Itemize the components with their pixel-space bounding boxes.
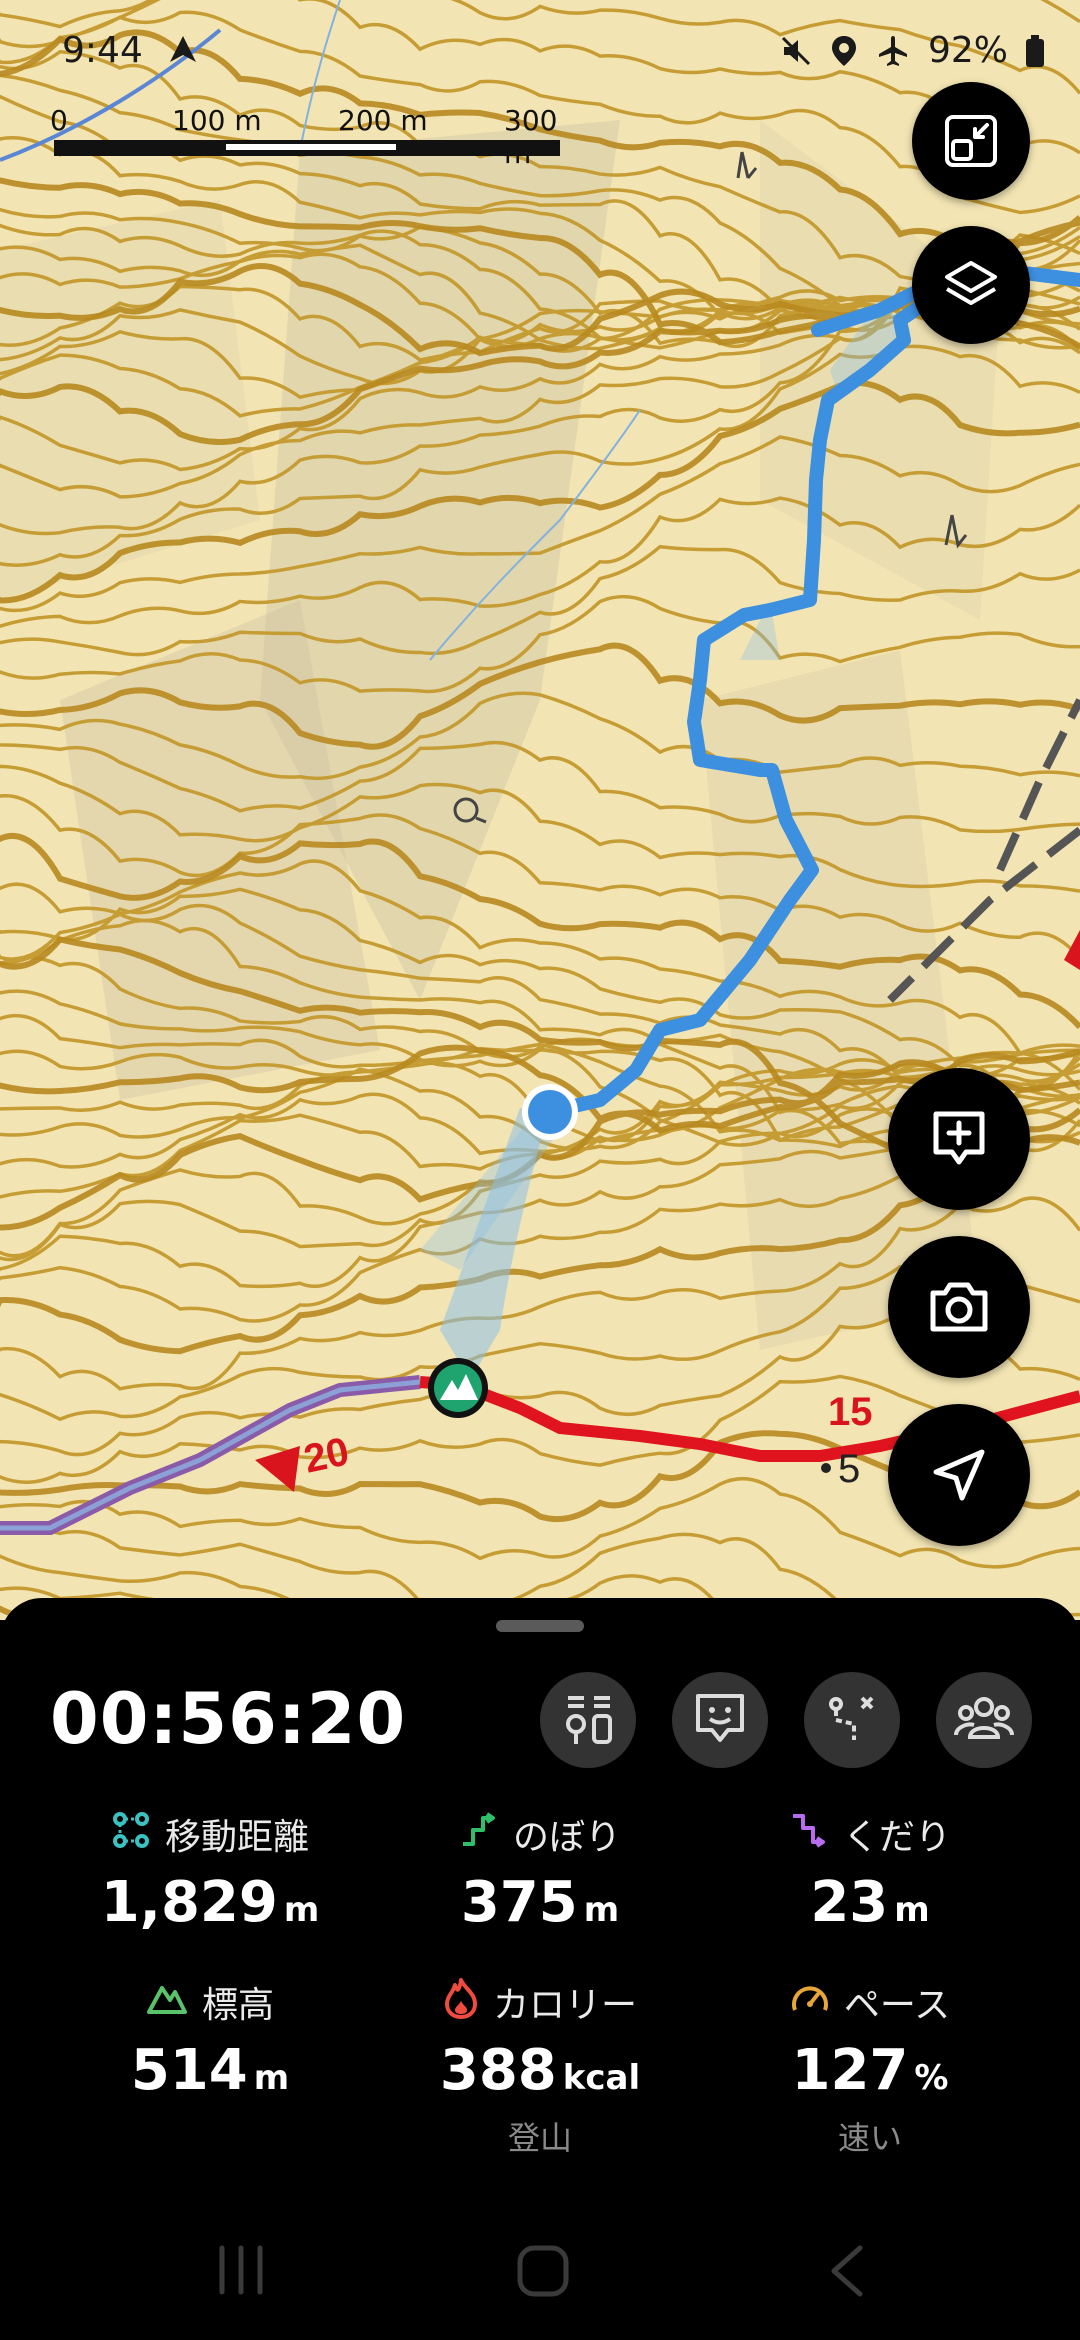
scale-label-100: 100 m (172, 104, 262, 137)
location-icon (830, 34, 858, 68)
stat-descent-label: くだり (842, 1817, 951, 1858)
stat-distance: 移動距離 1,829 m (40, 1808, 380, 1935)
stat-elevation-unit: m (253, 2058, 290, 2098)
minimize-map-icon (943, 113, 999, 169)
map-view[interactable]: 20 15 5 9:44 92% 0 100 m 200 m 300 (0, 0, 1080, 1620)
pace-icon (790, 1980, 830, 2025)
map-pin-list-icon (560, 1688, 616, 1752)
stat-calorie: カロリー 388 kcal 登山 (370, 1976, 710, 2159)
stat-descent: くだり 23 m (700, 1808, 1040, 1935)
mute-icon (780, 35, 812, 67)
route-label-15: 15 (828, 1390, 873, 1434)
stat-calorie-unit: kcal (562, 2058, 641, 2098)
elevation-partial-label: 5 (838, 1447, 860, 1491)
stat-ascent: のぼり 375 m (370, 1808, 710, 1935)
mountain-marker-icon[interactable] (428, 1358, 488, 1418)
descent-icon (789, 1810, 829, 1859)
stat-elevation-label: 標高 (201, 1985, 274, 2026)
route-icon (824, 1690, 880, 1750)
stat-descent-unit: m (894, 1890, 930, 1930)
camera-button[interactable] (888, 1236, 1030, 1378)
message-button[interactable] (672, 1672, 768, 1768)
navigate-button[interactable] (888, 1404, 1030, 1546)
map-layers-button[interactable] (912, 226, 1030, 344)
recent-apps-icon[interactable] (214, 2244, 268, 2296)
stat-pace: ペース 127% 速い (700, 1976, 1040, 2159)
stat-calorie-value: 388 (439, 2038, 557, 2103)
add-memo-icon (928, 1108, 990, 1170)
airplane-icon (876, 34, 910, 68)
stat-calorie-label: カロリー (492, 1985, 637, 2026)
route-label-20: 20 (300, 1429, 353, 1481)
stat-distance-value: 1,829 (100, 1870, 278, 1935)
status-time: 9:44 (62, 30, 143, 71)
navigate-icon (930, 1446, 988, 1504)
elapsed-timer: 00:56:20 (50, 1678, 407, 1760)
battery-icon (1026, 34, 1044, 67)
camera-icon (927, 1279, 991, 1335)
stat-distance-label: 移動距離 (164, 1817, 309, 1858)
scale-label-0: 0 (50, 104, 68, 137)
group-button[interactable] (936, 1672, 1032, 1768)
layers-icon (941, 255, 1001, 315)
scale-label-300: 300 m (504, 104, 558, 170)
stat-ascent-label: のぼり (512, 1817, 621, 1858)
stat-calorie-activity: 登山 (507, 2119, 572, 2157)
system-nav-bar (0, 2210, 1080, 2320)
stat-elevation: 標高 514 m (40, 1976, 380, 2103)
sheet-drag-handle[interactable] (496, 1620, 584, 1632)
stat-distance-unit: m (283, 1890, 320, 1930)
scale-bar: 0 100 m 200 m 300 m (48, 104, 568, 170)
stat-pace-rating: 速い (837, 2119, 902, 2157)
route-button[interactable] (804, 1672, 900, 1768)
home-icon[interactable] (516, 2244, 570, 2298)
message-icon (692, 1690, 748, 1750)
ascent-icon (459, 1810, 499, 1859)
add-memo-button[interactable] (888, 1068, 1030, 1210)
back-icon[interactable] (826, 2244, 866, 2298)
stat-pace-unit: % (914, 2058, 949, 2098)
stat-ascent-unit: m (583, 1890, 620, 1930)
navigation-arrow-icon (168, 32, 198, 73)
calorie-icon (443, 1977, 479, 2028)
status-bar: 9:44 92% (0, 0, 1080, 100)
stat-pace-value: 127 (791, 2038, 909, 2103)
group-icon (954, 1693, 1014, 1747)
battery-percent: 92% (927, 30, 1008, 71)
distance-icon (111, 1810, 151, 1859)
checkpoint-list-button[interactable] (540, 1672, 636, 1768)
elevation-icon (146, 1980, 188, 2025)
stat-descent-value: 23 (810, 1870, 889, 1935)
scale-label-200: 200 m (338, 104, 428, 137)
stat-ascent-value: 375 (460, 1870, 578, 1935)
minimize-map-button[interactable] (912, 82, 1030, 200)
stat-elevation-value: 514 (130, 2038, 248, 2103)
stat-pace-label: ペース (843, 1985, 951, 2026)
topographic-map[interactable]: 20 15 5 (0, 0, 1080, 1620)
